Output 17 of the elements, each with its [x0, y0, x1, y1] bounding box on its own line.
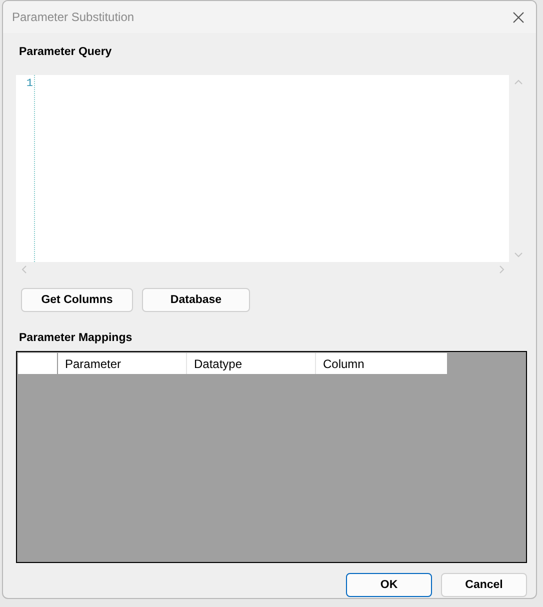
column-header[interactable]: Column	[316, 353, 445, 374]
query-button[interactable]: Database	[142, 288, 250, 312]
scroll-up-icon[interactable]	[514, 78, 523, 87]
query-button[interactable]: Get Columns	[21, 288, 133, 312]
window-title: Parameter Substitution	[12, 10, 134, 24]
column-header[interactable]: Parameter	[58, 353, 187, 374]
scroll-left-icon[interactable]	[20, 264, 29, 274]
section-label: Parameter Query	[19, 46, 113, 60]
close-icon[interactable]	[513, 12, 524, 22]
section-label: Parameter Mappings	[19, 332, 134, 346]
dialog-button[interactable]: OK	[346, 573, 432, 597]
query-editor[interactable]: 1	[16, 75, 510, 262]
scroll-right-icon[interactable]	[497, 264, 506, 274]
column-header[interactable]: Datatype	[187, 353, 316, 374]
line-number: 1	[25, 78, 33, 90]
scroll-down-icon[interactable]	[514, 250, 523, 259]
dialog-button[interactable]: Cancel	[441, 573, 527, 597]
